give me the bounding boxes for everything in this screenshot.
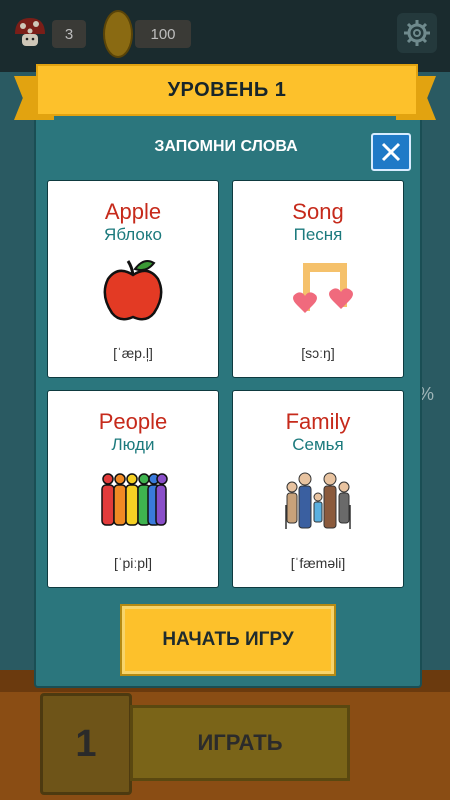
coins-counter: 100 — [135, 20, 191, 48]
english-word: Family — [285, 409, 351, 434]
lives-counter: 3 — [52, 20, 86, 48]
close-button[interactable] — [371, 133, 411, 171]
level-ribbon: УРОВЕНЬ 1 — [14, 62, 436, 120]
start-game-button[interactable]: НАЧАТЬ ИГРУ — [120, 604, 336, 676]
russian-word: Яблоко — [104, 225, 162, 244]
transcription: [ˈpiːpl] — [113, 555, 153, 571]
transcription: [ˈfæməli] — [290, 555, 346, 571]
people-icon — [101, 473, 168, 526]
russian-word: Песня — [293, 225, 343, 244]
music-note-icon — [293, 263, 353, 313]
english-word: Apple — [104, 199, 162, 224]
play-button[interactable]: ИГРАТЬ — [130, 705, 350, 781]
word-card-people[interactable]: People Люди [ˈpiːpl] — [47, 390, 219, 588]
english-word: Song — [292, 199, 344, 224]
level-number-box: 1 — [40, 693, 132, 795]
coin-icon — [103, 10, 133, 58]
russian-word: Люди — [111, 435, 155, 454]
settings-button[interactable] — [397, 13, 437, 53]
close-icon — [381, 142, 401, 162]
modal-title: ЗАПОМНИ СЛОВА — [154, 138, 298, 155]
ribbon-title: УРОВЕНЬ 1 — [36, 64, 418, 116]
gear-icon — [404, 20, 430, 46]
transcription: [ˈæp.l̩] — [113, 345, 153, 361]
apple-icon — [103, 260, 163, 321]
transcription: [sɔːŋ] — [301, 345, 335, 361]
english-word: People — [98, 409, 168, 434]
family-icon — [285, 472, 351, 529]
mushroom-lives-icon — [15, 18, 45, 46]
word-card-apple[interactable]: Apple Яблоко [ˈæp.l̩] — [47, 180, 219, 378]
word-card-song[interactable]: Song Песня [sɔːŋ] — [232, 180, 404, 378]
word-card-family[interactable]: Family Семья [ˈfæməli] — [232, 390, 404, 588]
russian-word: Семья — [292, 435, 344, 454]
